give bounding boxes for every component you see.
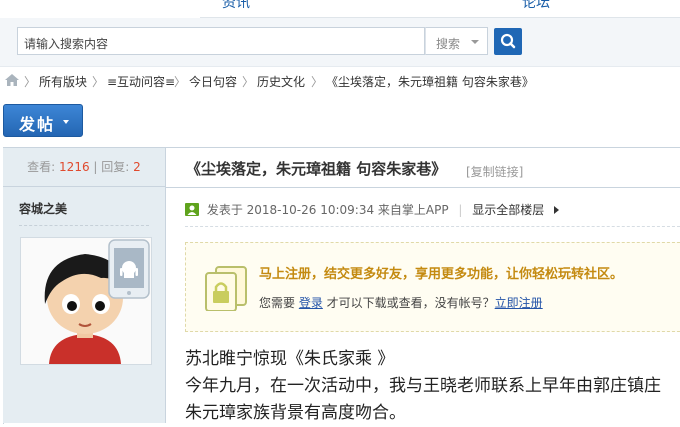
breadcrumb-separator: 〉 <box>242 75 255 89</box>
new-post-button[interactable]: 发帖 <box>3 104 83 137</box>
post-time: 发表于 2018-10-26 10:09:34 来自掌上APP <box>206 203 449 217</box>
register-notice: 马上注册，结交更多好友，享用更多功能，让你轻松玩转社区。 您需要 登录 才可以下… <box>185 242 680 332</box>
home-icon[interactable] <box>5 74 19 86</box>
breadcrumb-separator: 〉 <box>311 75 324 89</box>
chevron-down-icon <box>471 40 479 44</box>
thread-stats: 查看: 1216 | 回复: 2 <box>3 148 165 187</box>
replies-label: 回复: <box>101 160 130 174</box>
triangle-right-icon <box>554 206 560 214</box>
notice-headline: 马上注册，结交更多好友，享用更多功能，让你轻松玩转社区。 <box>259 267 624 282</box>
tab-news[interactable]: 资讯 <box>222 0 250 12</box>
author-sidebar: 查看: 1216 | 回复: 2 容城之美 <box>3 148 166 423</box>
thread-title: 《尘埃落定，朱元璋祖籍 句容朱家巷》 <box>186 160 447 178</box>
replies-count: 2 <box>133 160 141 174</box>
lock-icon <box>205 266 247 311</box>
show-all-floors-link[interactable]: 显示全部楼层 <box>472 203 544 217</box>
author-name[interactable]: 容城之美 <box>19 200 67 217</box>
login-link[interactable]: 登录 <box>299 296 323 310</box>
breadcrumb-item-history[interactable]: 历史文化 <box>257 73 305 90</box>
register-link[interactable]: 立即注册 <box>495 296 543 310</box>
search-type-label: 搜索 <box>436 37 461 51</box>
breadcrumb-item-today[interactable]: 今日句容 <box>189 73 237 90</box>
views-count: 1216 <box>59 160 90 174</box>
breadcrumb-separator: 〉 <box>92 75 105 89</box>
copy-link-button[interactable]: [复制链接] <box>466 163 523 180</box>
avatar-image <box>21 238 151 364</box>
title-divider <box>166 187 680 188</box>
search-icon <box>500 33 516 49</box>
online-status-icon <box>185 203 199 216</box>
breadcrumb-item-all-boards[interactable]: 所有版块 <box>39 73 87 90</box>
search-type-select[interactable]: 搜索 <box>425 27 488 55</box>
top-nav: 资讯 论坛 <box>0 0 680 18</box>
notice-text-before: 您需要 <box>259 296 299 310</box>
breadcrumb: 〉 所有版块 〉 ≡互动问容≡ 〉 今日句容 〉 历史文化 〉 《尘埃落定，朱元… <box>0 66 680 92</box>
breadcrumb-item-interactive[interactable]: ≡互动问容≡ <box>107 73 175 90</box>
notice-text: 您需要 登录 才可以下载或查看，没有帐号？立即注册 <box>259 294 543 311</box>
search-bar: 请输入搜索内容 搜索 <box>0 18 680 67</box>
content-line: 苏北睢宁惊现《朱氏家乘 》 <box>185 349 395 369</box>
content-line: 今年九月，在一次活动中，我与王晓老师联系上早年由郭庄镇庄 <box>185 376 661 396</box>
author-divider <box>19 225 149 226</box>
notice-text-middle: 才可以下载或查看，没有帐号？ <box>322 296 495 310</box>
new-post-label: 发帖 <box>19 115 56 134</box>
thread-main: 《尘埃落定，朱元璋祖籍 句容朱家巷》 [复制链接] 发表于 2018-10-26… <box>166 148 680 423</box>
breadcrumb-item-thread[interactable]: 《尘埃落定，朱元璋祖籍 句容朱家巷》 <box>326 73 534 90</box>
meta-divider: | <box>458 203 463 217</box>
views-label: 查看: <box>27 160 56 174</box>
breadcrumb-separator: 〉 <box>24 75 37 89</box>
tab-forum[interactable]: 论坛 <box>522 0 550 12</box>
breadcrumb-separator: 〉 <box>174 75 187 89</box>
meta-divider-line <box>185 226 680 227</box>
post-meta: 发表于 2018-10-26 10:09:34 来自掌上APP | 显示全部楼层 <box>185 201 560 218</box>
chevron-down-icon <box>63 120 69 124</box>
search-input[interactable]: 请输入搜索内容 <box>17 27 425 55</box>
avatar[interactable] <box>20 237 152 365</box>
post-content: 苏北睢宁惊现《朱氏家乘 》 今年九月，在一次活动中，我与王晓老师联系上早年由郭庄… <box>185 346 661 427</box>
stats-divider: | <box>93 160 98 174</box>
search-button[interactable] <box>494 28 522 55</box>
